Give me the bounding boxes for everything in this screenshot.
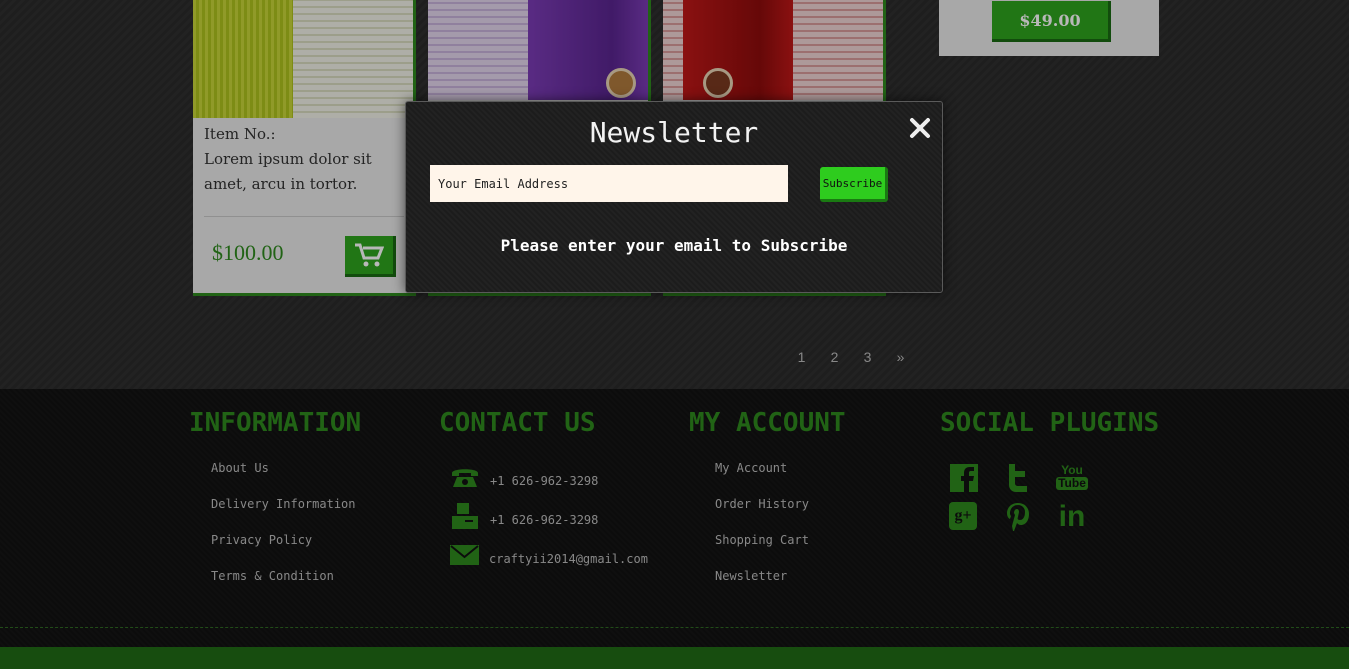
newsletter-modal: Newsletter Subscribe Please enter your e… — [405, 101, 943, 293]
modal-title: Newsletter — [589, 116, 759, 149]
close-icon[interactable] — [908, 116, 932, 140]
modal-message: Please enter your email to Subscribe — [500, 236, 848, 255]
email-input[interactable] — [430, 165, 788, 202]
subscribe-button[interactable]: Subscribe — [820, 167, 888, 202]
